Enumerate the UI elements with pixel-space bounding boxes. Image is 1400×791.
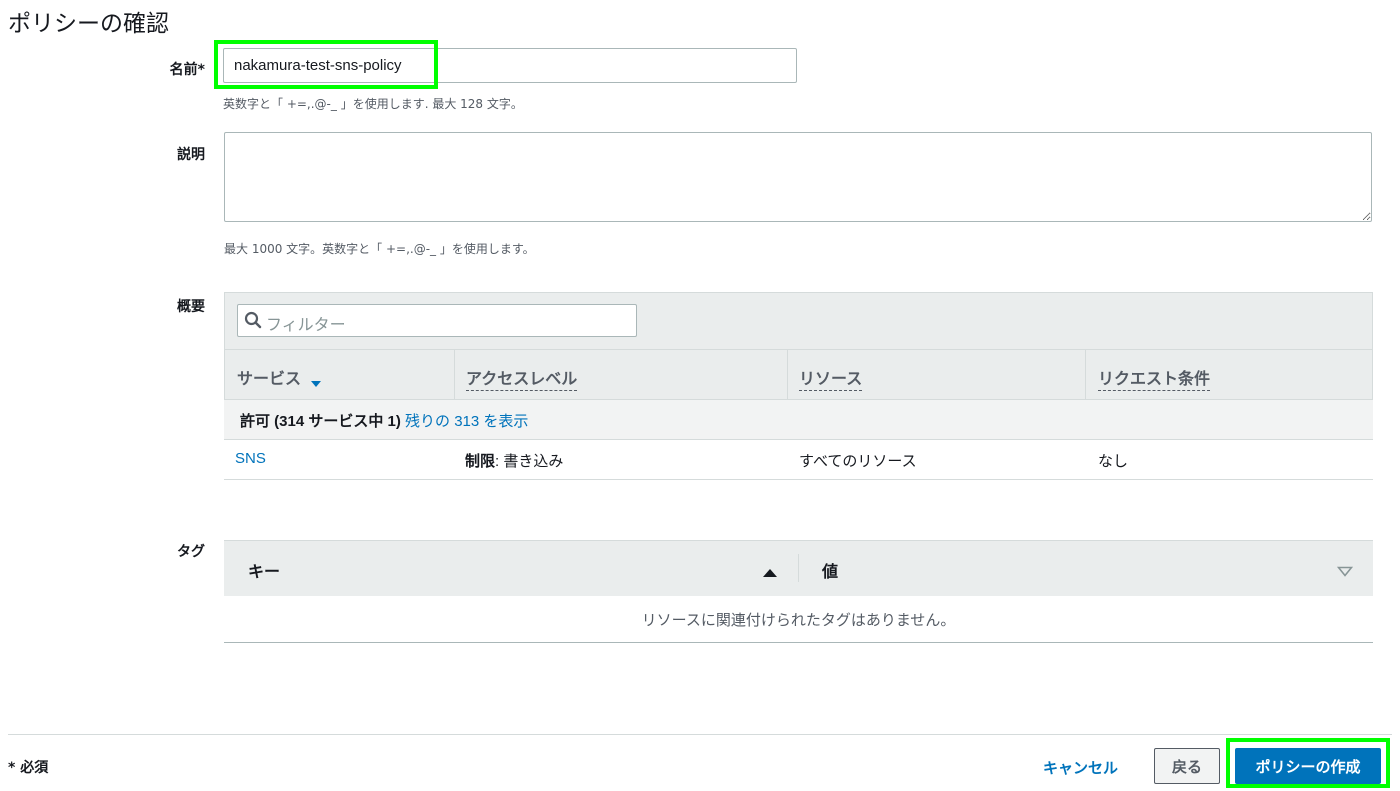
tags-empty-message: リソースに関連付けられたタグはありません。 <box>641 612 956 629</box>
description-textarea[interactable] <box>224 132 1372 222</box>
access-level-cell: 制限: 書き込み <box>465 450 563 471</box>
sort-up-icon[interactable] <box>762 563 778 582</box>
search-icon <box>244 311 262 333</box>
column-resource[interactable]: リソース <box>799 365 863 391</box>
column-service[interactable]: サービス <box>237 365 301 389</box>
sort-down-icon[interactable] <box>310 373 322 392</box>
column-request-condition[interactable]: リクエスト条件 <box>1098 365 1211 391</box>
required-note: * 必須 <box>8 760 49 776</box>
condition-cell: なし <box>1098 453 1129 470</box>
footer-divider <box>8 734 1392 735</box>
service-link[interactable]: SNS <box>235 450 266 467</box>
sort-down-outline-icon[interactable] <box>1336 562 1354 581</box>
allow-group-count: 許可 (314 サービス中 1) <box>240 413 401 430</box>
cancel-button[interactable]: キャンセル <box>1043 757 1118 778</box>
access-level-prefix: 制限 <box>465 453 496 470</box>
column-separator <box>454 350 455 400</box>
create-policy-button[interactable]: ポリシーの作成 <box>1235 748 1381 784</box>
allow-group-label: 許可 (314 サービス中 1) 残りの 313 を表示 <box>240 410 528 431</box>
tag-column-separator <box>798 554 799 582</box>
column-separator <box>1085 350 1086 400</box>
description-hint: 最大 1000 文字。英数字と「 +=,.@-_ 」を使用します。 <box>224 242 535 256</box>
column-access-level[interactable]: アクセスレベル <box>466 365 578 391</box>
filter-placeholder: フィルター <box>266 317 346 334</box>
page-title: ポリシーの確認 <box>8 11 169 37</box>
summary-label: 概要 <box>177 299 205 315</box>
name-highlight <box>214 40 438 89</box>
access-level-value: : 書き込み <box>495 453 564 470</box>
column-separator <box>787 350 788 400</box>
name-label: 名前* <box>169 62 205 78</box>
description-label: 説明 <box>177 147 205 163</box>
back-button[interactable]: 戻る <box>1154 748 1220 784</box>
resource-cell: すべてのリソース <box>799 453 917 470</box>
tags-label: タグ <box>177 544 205 560</box>
name-hint: 英数字と「 +=,.@-_ 」を使用します. 最大 128 文字。 <box>223 97 523 111</box>
show-remaining-link[interactable]: 残りの 313 を表示 <box>405 413 528 430</box>
tag-column-key[interactable]: キー <box>248 558 280 582</box>
tag-column-value[interactable]: 値 <box>822 558 838 582</box>
